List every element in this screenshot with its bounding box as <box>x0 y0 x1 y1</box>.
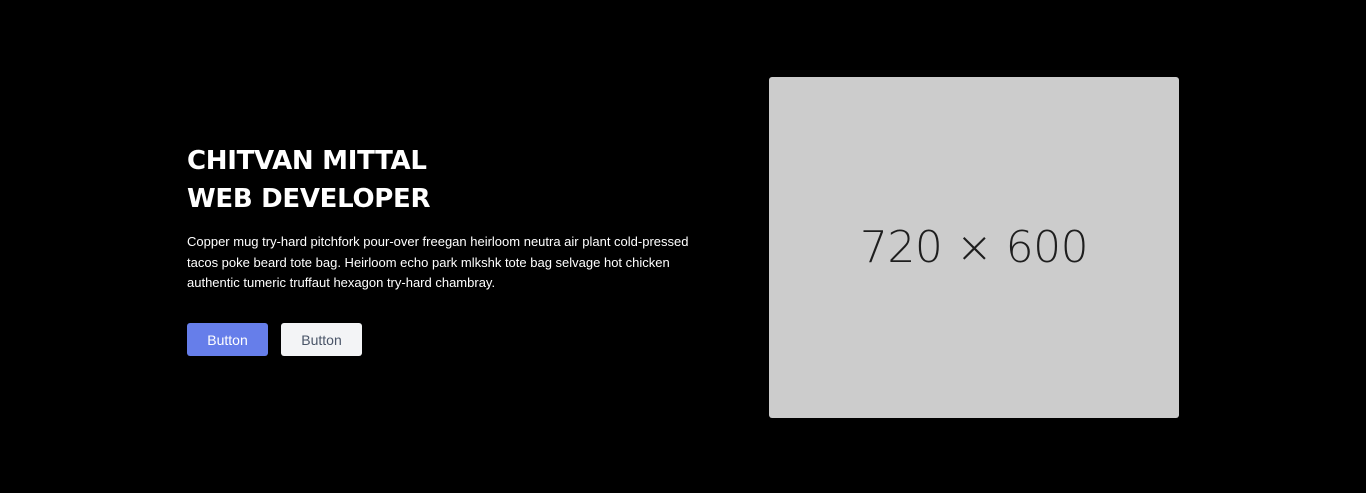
hero-title-role: WEB DEVELOPER <box>187 184 431 214</box>
hero-section: CHITVAN MITTAL WEB DEVELOPER Copper mug … <box>0 0 1366 493</box>
hero-text-column: CHITVAN MITTAL WEB DEVELOPER Copper mug … <box>187 142 707 294</box>
hero-image-placeholder: 720 × 600 <box>769 77 1179 418</box>
secondary-button[interactable]: Button <box>281 323 362 356</box>
hero-description: Copper mug try-hard pitchfork pour-over … <box>187 234 689 290</box>
hero-title: CHITVAN MITTAL WEB DEVELOPER <box>187 142 707 218</box>
hero-title-name: CHITVAN MITTAL <box>187 146 427 176</box>
primary-button[interactable]: Button <box>187 323 268 356</box>
placeholder-dimensions-label: 720 × 600 <box>859 222 1089 273</box>
hero-button-group: Button Button <box>187 323 362 356</box>
